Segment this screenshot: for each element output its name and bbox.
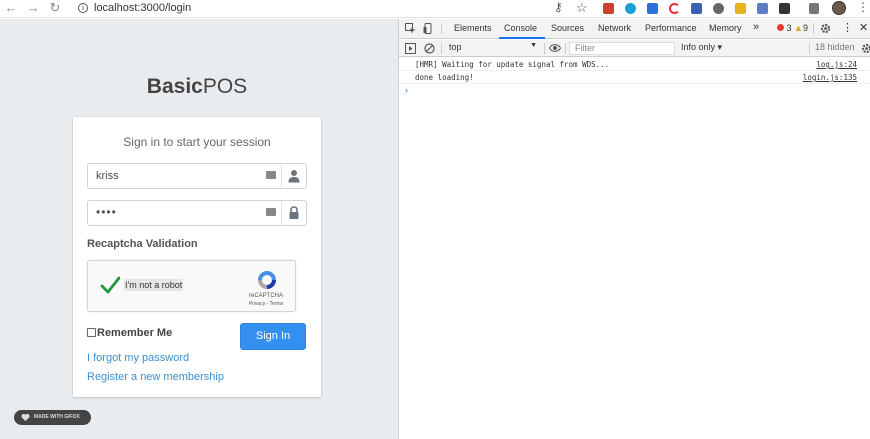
extension-icon-4[interactable] (669, 3, 680, 14)
field-divider (281, 164, 282, 188)
console-message-source[interactable]: login.js:135 (803, 73, 857, 82)
close-devtools-icon[interactable]: ✕ (859, 21, 868, 34)
profile-avatar[interactable] (832, 1, 846, 15)
app-logo: BasicPOS (0, 75, 394, 99)
toolbar-separator (441, 43, 442, 54)
show-sidebar-icon[interactable] (405, 43, 416, 54)
address-bar[interactable]: localhost:3000/login (94, 2, 191, 14)
extension-icon-2[interactable] (625, 3, 636, 14)
login-box-message: Sign in to start your session (123, 135, 271, 149)
user-icon (288, 170, 300, 183)
username-value: kriss (96, 170, 119, 182)
toolbar-separator (813, 23, 814, 34)
login-card: Sign in to start your session kriss ••••… (73, 117, 321, 397)
extension-icon-1[interactable] (603, 3, 614, 14)
console-settings-gear-icon[interactable] (861, 43, 870, 54)
console-message: done loading! login.js:135 (399, 71, 870, 84)
keyboard-icon (266, 208, 276, 216)
inspect-element-icon[interactable] (405, 23, 416, 34)
tab-console[interactable]: Console (504, 23, 537, 33)
tab-elements[interactable]: Elements (454, 23, 492, 33)
logo-bold-text: Basic (146, 75, 203, 98)
keyboard-icon (266, 171, 276, 179)
remember-checkbox[interactable] (87, 328, 96, 337)
lock-icon (289, 206, 299, 219)
hidden-messages-count: 18 hidden (815, 42, 855, 52)
logo-light-text: POS (202, 75, 248, 98)
heart-icon (21, 413, 30, 422)
field-divider (281, 201, 282, 225)
context-value: top (449, 42, 462, 52)
reading-list-icon[interactable] (809, 3, 819, 14)
recaptcha-section-title: Recaptcha Validation (87, 238, 198, 250)
devtools-panel: Elements Console Sources Network Perform… (398, 19, 870, 439)
remember-me[interactable]: Remember Me (87, 327, 172, 339)
toolbar-separator (441, 23, 442, 34)
issues-counter[interactable]: 3 ▲9 (777, 23, 808, 33)
console-prompt[interactable]: › (405, 85, 408, 95)
live-expression-eye-icon[interactable] (549, 43, 561, 53)
recaptcha-brand: reCAPTCHA (248, 293, 283, 299)
extension-icon-3[interactable] (647, 3, 658, 14)
reload-icon[interactable]: ↻ (48, 1, 62, 15)
recaptcha-widget: I'm not a robot reCAPTCHA Privacy - Term… (87, 260, 296, 312)
extension-icon-5[interactable] (691, 3, 702, 14)
login-page: BasicPOS Sign in to start your session k… (0, 19, 398, 439)
extension-icon-8[interactable] (757, 3, 768, 14)
extension-icon-7[interactable] (735, 3, 746, 14)
extension-icon-9[interactable] (779, 3, 790, 14)
active-tab-indicator (499, 37, 545, 39)
tab-sources[interactable]: Sources (551, 23, 584, 33)
device-toolbar-icon[interactable] (423, 23, 434, 34)
console-message-text: done loading! (415, 73, 474, 82)
password-field[interactable]: •••• (87, 200, 307, 226)
tab-memory[interactable]: Memory (709, 23, 742, 33)
warning-count: 9 (802, 23, 808, 33)
forgot-password-link[interactable]: I forgot my password (87, 352, 189, 364)
toolbar-separator (544, 43, 545, 54)
sign-in-button[interactable]: Sign In (240, 323, 306, 350)
browser-menu-icon[interactable]: ⋮ (857, 0, 869, 14)
console-toolbar: top ▼ Filter Info only ▾ 18 hidden (399, 40, 870, 57)
toolbar-separator (809, 43, 810, 54)
chevron-down-icon: ▼ (530, 42, 537, 49)
console-message-text: [HMR] Waiting for update signal from WDS… (415, 60, 610, 69)
checkmark-icon[interactable] (100, 275, 120, 295)
toolbar-separator (565, 43, 566, 54)
extension-icon-6[interactable] (713, 3, 724, 14)
settings-gear-icon[interactable] (820, 23, 831, 34)
console-message: [HMR] Waiting for update signal from WDS… (399, 58, 870, 71)
site-info-icon[interactable]: i (78, 3, 88, 13)
error-count: 3 (786, 23, 792, 33)
log-level-dropdown[interactable]: Info only ▾ (681, 42, 722, 53)
gifox-badge-text: MADE WITH GIFOX (34, 414, 80, 420)
register-link[interactable]: Register a new membership (87, 371, 224, 383)
console-filter-input[interactable]: Filter (569, 42, 675, 55)
gifox-badge: MADE WITH GIFOX (14, 410, 91, 425)
password-value: •••• (96, 205, 117, 219)
captcha-label[interactable]: I'm not a robot (124, 279, 184, 291)
remember-label: Remember Me (97, 327, 173, 339)
recaptcha-logo-icon (258, 271, 276, 289)
devtools-menu-icon[interactable]: ⋮ (842, 21, 853, 34)
browser-toolbar: ← → ↻ i localhost:3000/login ⚷ ☆ ⋮ (0, 0, 870, 18)
username-field[interactable]: kriss (87, 163, 307, 189)
back-icon[interactable]: ← (4, 1, 18, 15)
console-message-source[interactable]: log.js:24 (816, 60, 857, 69)
bookmark-star-icon[interactable]: ☆ (576, 0, 588, 16)
forward-icon[interactable]: → (26, 1, 40, 15)
more-tabs-icon[interactable]: » (753, 21, 759, 33)
devtools-tabbar: Elements Console Sources Network Perform… (399, 19, 870, 39)
tab-network[interactable]: Network (598, 23, 631, 33)
tab-performance[interactable]: Performance (645, 23, 697, 33)
error-icon (777, 24, 784, 31)
warning-icon: ▲ (794, 23, 803, 33)
clear-console-icon[interactable] (424, 43, 435, 54)
context-selector[interactable]: top ▼ (449, 42, 541, 55)
key-icon[interactable]: ⚷ (554, 0, 563, 14)
recaptcha-terms[interactable]: Privacy - Terms (236, 301, 296, 307)
